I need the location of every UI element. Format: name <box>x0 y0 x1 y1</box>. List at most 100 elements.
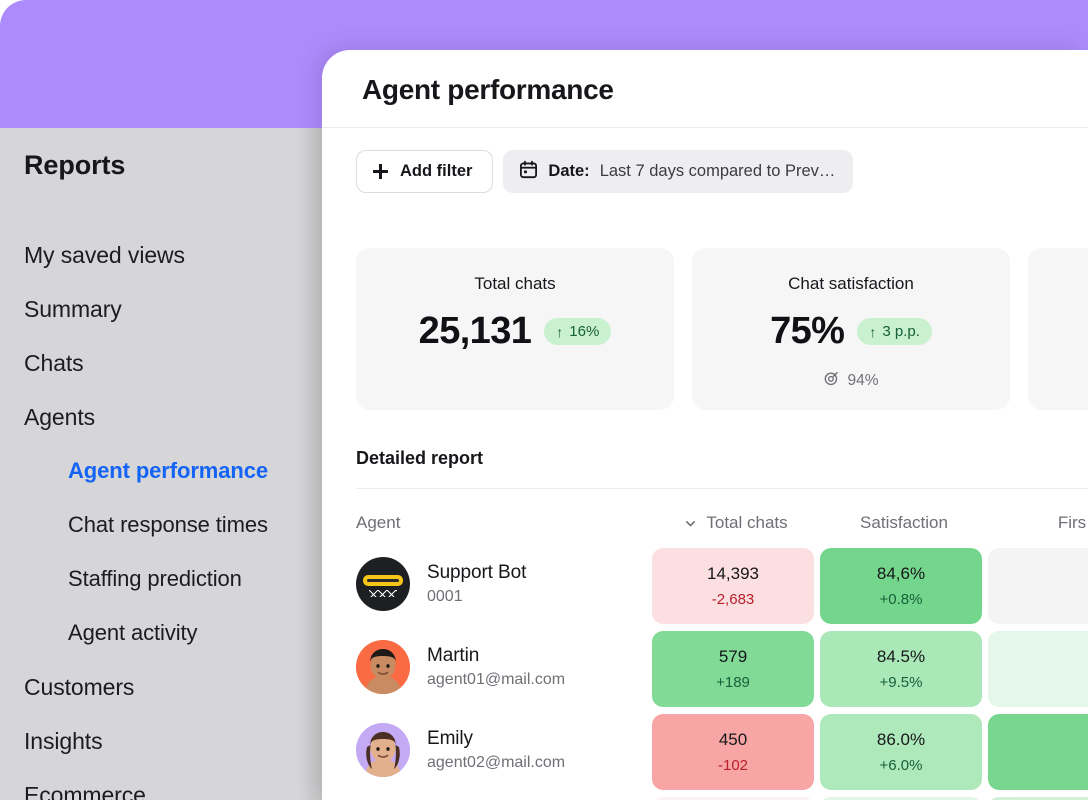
agent-cell: Martin agent01@mail.com <box>356 631 652 703</box>
kpi-card-2[interactable]: Chat satisfaction 75% ↑ 3 p.p. 94% <box>692 248 1010 410</box>
kpi-goal: 94% <box>692 370 1010 392</box>
metric-delta: -2,683 <box>711 591 755 608</box>
sidebar-item-label: Summary <box>24 295 122 322</box>
sidebar-item-summary[interactable]: Summary <box>0 282 324 336</box>
column-header-agent: Agent <box>356 513 401 532</box>
page-title: Agent performance <box>362 74 614 105</box>
metric-value: 579 <box>718 647 748 666</box>
plus-icon <box>373 164 388 179</box>
bot-face-icon <box>356 557 410 611</box>
column-header-total-chats[interactable]: Total chats <box>652 513 820 533</box>
agent-cell: Emily agent02@mail.com <box>356 714 652 786</box>
sidebar-item-label: Agent activity <box>68 620 198 645</box>
arrow-up-icon: ↑ <box>869 323 877 340</box>
metric-cell-satisfaction: 86.0% +6.0% <box>820 714 982 790</box>
sidebar-nav: My saved views Summary Chats Agents Agent pe… <box>0 228 324 800</box>
kpi-delta-value: 16% <box>569 323 600 340</box>
date-filter-value: Last 7 days compared to Previo... <box>599 162 838 180</box>
sidebar: Reports My saved views Summary Chats Agents… <box>0 128 324 800</box>
avatar <box>356 557 410 611</box>
metric-cell-first-response <box>988 548 1088 624</box>
kpi-delta-badge: ↑ 3 p.p. <box>857 318 932 345</box>
main-panel: Agent performance Add filter Date: Last … <box>322 50 1088 800</box>
sidebar-item-label: Agent performance <box>68 458 269 483</box>
sidebar-item-label: Agents <box>24 403 96 430</box>
sidebar-item-label: Insights <box>24 727 103 754</box>
agent-identifier: 0001 <box>427 588 463 605</box>
sidebar-item-customers[interactable]: Customers <box>0 660 324 714</box>
sidebar-item-label: Chat response times <box>68 512 268 537</box>
agent-identifier: agent02@mail.com <box>427 754 566 771</box>
sidebar-item-label: My saved views <box>24 241 185 268</box>
kpi-main: 25,131 ↑ 16% <box>356 310 674 353</box>
metric-cell-total-chats: 14,393 -2,683 <box>652 548 814 624</box>
detailed-report-table: Agent Total chats Satisfaction Firs Supp… <box>322 498 1088 800</box>
agent-cell: Support Bot 0001 <box>356 548 652 620</box>
sidebar-item-staffing-prediction[interactable]: Staffing prediction <box>0 552 324 606</box>
sidebar-item-agent-performance[interactable]: Agent performance <box>0 444 324 498</box>
metric-cell-first-response <box>988 714 1088 790</box>
kpi-card-1[interactable]: Total chats 25,131 ↑ 16% <box>356 248 674 410</box>
person-photo-icon <box>356 723 410 777</box>
kpi-value: 25,131 <box>418 310 532 352</box>
sidebar-item-chat-response-times[interactable]: Chat response times <box>0 498 324 552</box>
chevron-down-icon <box>684 517 696 529</box>
sidebar-item-insights[interactable]: Insights <box>0 714 324 768</box>
app-root: Reports My saved views Summary Chats Agents… <box>0 0 1088 800</box>
agent-name: Support Bot <box>427 562 527 583</box>
kpi-title: Chat satisfaction <box>788 274 914 293</box>
date-filter-chip[interactable]: Date: Last 7 days compared to Previo... <box>503 150 854 193</box>
sidebar-item-label: Staffing prediction <box>68 566 242 591</box>
avatar <box>356 723 410 777</box>
sidebar-item-ecommerce[interactable]: Ecommerce <box>0 768 324 800</box>
metric-delta: +9.5% <box>879 674 923 691</box>
sidebar-item-label: Customers <box>24 673 135 700</box>
metric-value: 450 <box>718 730 748 749</box>
agent-text: Emily agent02@mail.com <box>427 728 565 772</box>
kpi-goal-value: 94% <box>847 372 879 389</box>
sidebar-item-agent-activity[interactable]: Agent activity <box>0 606 324 660</box>
sidebar-item-my-saved-views[interactable]: My saved views <box>0 228 324 282</box>
agent-text: Martin agent01@mail.com <box>427 645 565 689</box>
add-filter-button[interactable]: Add filter <box>356 150 494 193</box>
metric-cell-satisfaction: 84.5% +9.5% <box>820 631 982 707</box>
column-header-first-response: Firs <box>1057 513 1087 532</box>
metric-cell-first-response <box>988 631 1088 707</box>
table-row[interactable]: Martin agent01@mail.com 579 +189 84.5% +9.5% <box>322 631 1088 714</box>
filter-bar: Add filter Date: Last 7 days compared to… <box>356 150 854 193</box>
column-header-satisfaction: Satisfaction <box>860 513 948 532</box>
table-header-row: Agent Total chats Satisfaction Firs <box>322 498 1088 548</box>
table-row[interactable]: Emily agent02@mail.com 450 -102 86.0% +6.0% <box>322 714 1088 797</box>
agent-identifier: agent01@mail.com <box>427 671 566 688</box>
avatar <box>356 640 410 694</box>
metric-delta: -102 <box>717 757 749 774</box>
metric-value: 84,6% <box>876 564 926 583</box>
target-icon <box>823 370 840 392</box>
kpi-card-row: Total chats 25,131 ↑ 16% Chat satisfaction 75… <box>356 248 1088 410</box>
sidebar-item-agents[interactable]: Agents <box>0 390 324 444</box>
table-row[interactable]: Support Bot 0001 14,393 -2,683 84,6% +0.8% <box>322 548 1088 631</box>
agent-name: Martin <box>427 645 480 666</box>
agent-text: Support Bot 0001 <box>427 562 526 606</box>
table-body: Support Bot 0001 14,393 -2,683 84,6% +0.8% Mar… <box>322 548 1088 800</box>
kpi-value: 75% <box>770 310 845 352</box>
kpi-delta-value: 3 p.p. <box>882 323 920 340</box>
column-header-total-chats-label: Total chats <box>706 513 788 532</box>
add-filter-label: Add filter <box>400 162 473 180</box>
metric-value: 84.5% <box>876 647 926 666</box>
date-filter-label: Date: <box>548 162 590 180</box>
sidebar-title: Reports <box>24 150 126 180</box>
metric-value: 86.0% <box>876 730 926 749</box>
kpi-card-3[interactable] <box>1028 248 1088 410</box>
kpi-delta-badge: ↑ 16% <box>544 318 612 345</box>
sidebar-item-chats[interactable]: Chats <box>0 336 324 390</box>
metric-value: 14,393 <box>707 564 759 583</box>
metric-cell-satisfaction: 84,6% +0.8% <box>820 548 982 624</box>
metric-cell-total-chats: 579 +189 <box>652 631 814 707</box>
sidebar-item-label: Ecommerce <box>24 781 146 800</box>
sidebar-item-label: Chats <box>24 349 84 376</box>
calendar-icon <box>519 160 538 184</box>
kpi-title: Total chats <box>474 274 556 293</box>
metric-delta: +6.0% <box>879 757 923 774</box>
detailed-report-title: Detailed report <box>356 448 484 468</box>
